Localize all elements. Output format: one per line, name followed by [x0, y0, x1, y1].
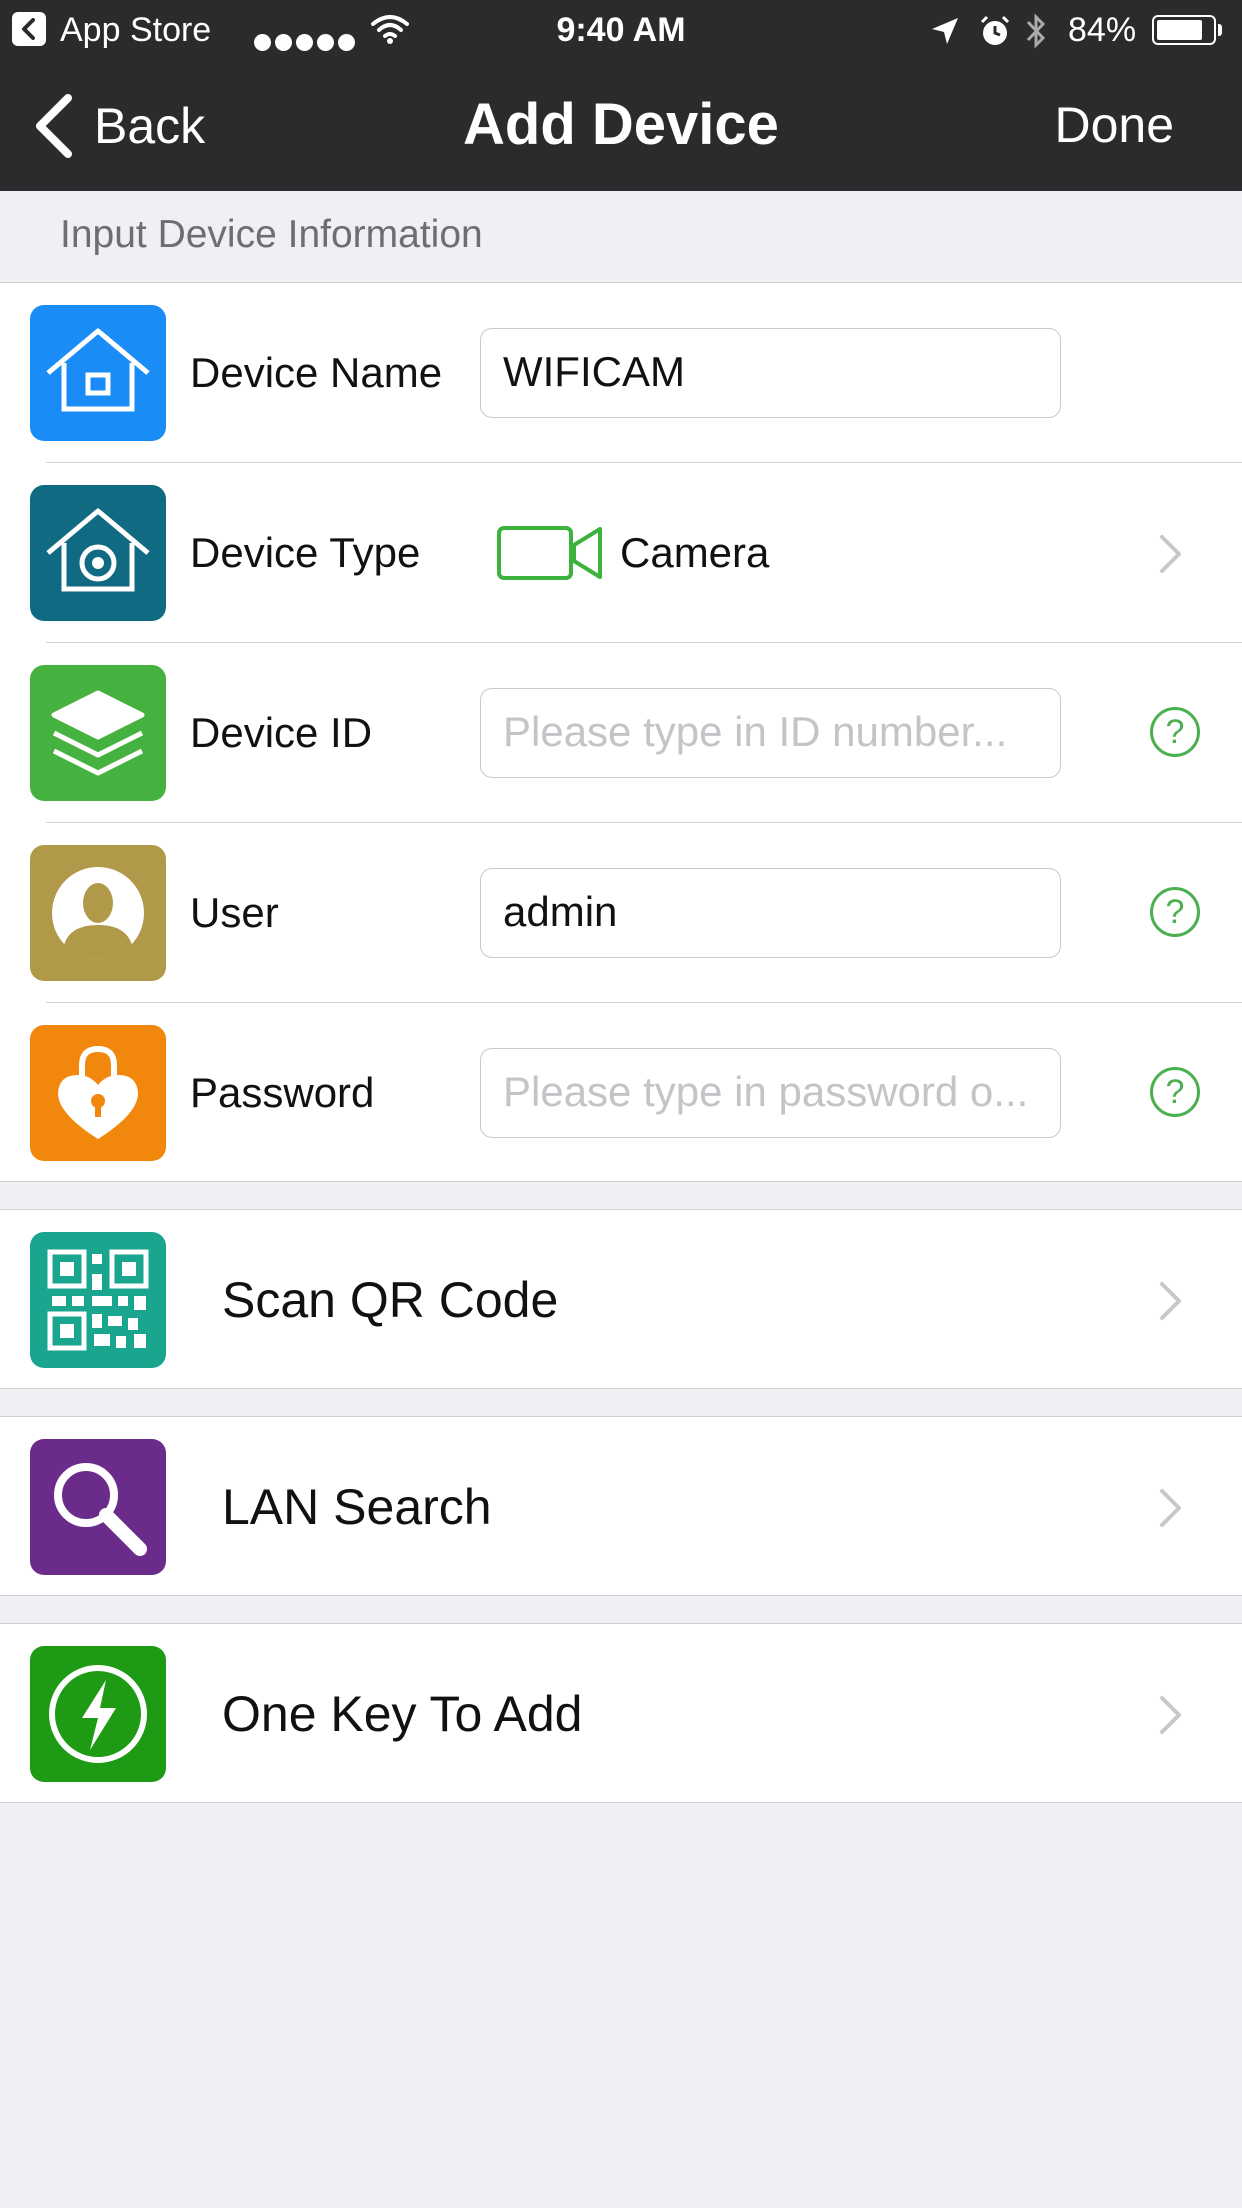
battery-percent: 84%: [1068, 11, 1137, 49]
house-icon: [30, 305, 166, 441]
magnifier-icon: [30, 1439, 166, 1575]
device-name-field[interactable]: WIFICAM: [480, 328, 1061, 418]
device-type-selector[interactable]: Camera: [496, 463, 769, 643]
device-id-row: Device ID Please type in ID number... ?: [0, 643, 1242, 823]
user-icon: [30, 845, 166, 981]
password-field[interactable]: Please type in password o...: [480, 1048, 1061, 1138]
qr-code-icon: [30, 1232, 166, 1368]
device-id-help-icon[interactable]: ?: [1150, 707, 1200, 757]
lan-search-row[interactable]: LAN Search: [0, 1416, 1242, 1596]
layers-icon: [30, 665, 166, 801]
user-row: User admin ?: [0, 823, 1242, 1003]
location-arrow-icon: [932, 18, 958, 44]
password-help-icon[interactable]: ?: [1150, 1067, 1200, 1117]
device-name-label: Device Name: [190, 349, 443, 396]
device-type-label: Device Type: [190, 529, 421, 576]
device-type-value: Camera: [620, 529, 770, 576]
bluetooth-icon: [1026, 13, 1046, 49]
alarm-icon: [980, 15, 1010, 45]
clock: 9:40 AM: [556, 11, 686, 49]
heart-lock-icon: [30, 1025, 166, 1161]
device-info-form: Device Name WIFICAM Device Type Camera D…: [0, 282, 1242, 1182]
user-field[interactable]: admin: [480, 868, 1061, 958]
device-id-label: Device ID: [190, 709, 373, 756]
chevron-right-icon: [1160, 1489, 1181, 1527]
status-bar: App Store 9:40 AM 84%: [0, 0, 1242, 60]
section-header: Input Device Information: [60, 213, 483, 256]
chevron-right-icon: [1160, 535, 1181, 573]
navigation-bar: Back Add Device Done: [0, 60, 1242, 191]
device-name-row: Device Name WIFICAM: [0, 283, 1242, 463]
battery-icon: [1152, 15, 1216, 45]
user-help-icon[interactable]: ?: [1150, 887, 1200, 937]
device-id-field[interactable]: Please type in ID number...: [480, 688, 1061, 778]
password-label: Password: [190, 1069, 375, 1116]
done-button[interactable]: Done: [1054, 90, 1174, 160]
password-row: Password Please type in password o... ?: [0, 1003, 1242, 1183]
chevron-right-icon: [1160, 1282, 1181, 1320]
lightning-bolt-icon: [30, 1646, 166, 1782]
video-camera-icon: [497, 526, 602, 580]
scan-qr-row[interactable]: Scan QR Code: [0, 1209, 1242, 1389]
scan-qr-label: Scan QR Code: [222, 1272, 559, 1328]
one-key-add-row[interactable]: One Key To Add: [0, 1623, 1242, 1803]
one-key-add-label: One Key To Add: [222, 1686, 583, 1742]
user-label: User: [190, 889, 279, 936]
chevron-right-icon: [1160, 1696, 1181, 1734]
lan-search-label: LAN Search: [222, 1479, 492, 1535]
device-type-row[interactable]: Device Type Camera: [0, 463, 1242, 643]
camera-house-icon: [30, 485, 166, 621]
